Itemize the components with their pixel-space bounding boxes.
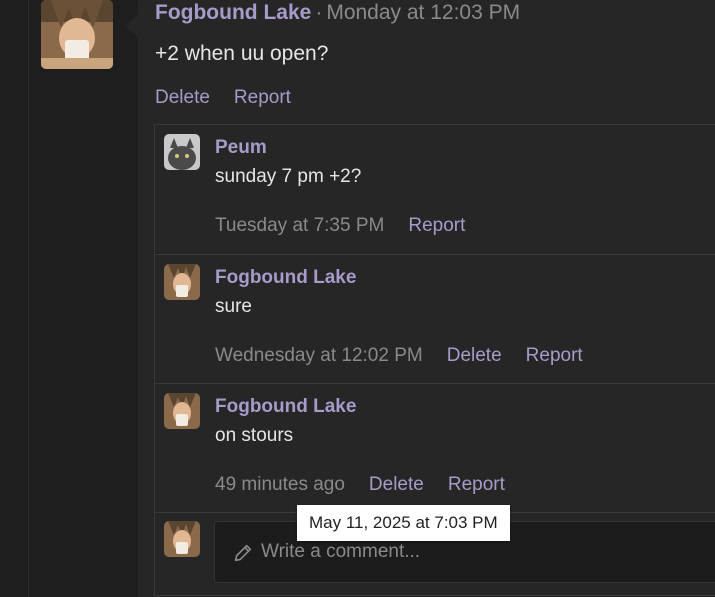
avatar[interactable] [41,0,113,69]
post-timestamp[interactable]: Monday at 12:03 PM [326,1,520,24]
comment-body: sure [215,296,252,317]
avatar-fogbound-lake [164,393,200,429]
comment-timestamp[interactable]: Wednesday at 12:02 PM [215,345,423,366]
comment-item: Fogbound Lake on stours 49 minutes ago De… [155,384,715,513]
pencil-icon [234,544,252,562]
avatar[interactable] [164,134,200,170]
separator: · [315,1,323,24]
comment-item: Peum sunday 7 pm +2? Tuesday at 7:35 PM R… [155,125,715,255]
post-body: +2 when uu open? [155,42,329,65]
comment-item: Fogbound Lake sure Wednesday at 12:02 PM… [155,255,715,384]
comment-author[interactable]: Fogbound Lake [215,396,356,418]
avatar[interactable] [164,393,200,429]
comment-timestamp[interactable]: Tuesday at 7:35 PM [215,215,384,236]
comment-actions: 49 minutes ago Delete Report [215,474,529,496]
thread-line [28,0,29,597]
left-gutter [0,0,138,597]
timestamp-tooltip: May 11, 2025 at 7:03 PM [297,505,510,541]
avatar-fogbound-lake [164,521,200,557]
comment-timestamp[interactable]: 49 minutes ago [215,474,345,495]
post-header: Fogbound Lake · Monday at 12:03 PM [155,1,520,25]
avatar[interactable] [164,521,200,557]
report-button[interactable]: Report [234,87,291,108]
avatar[interactable] [164,264,200,300]
report-button[interactable]: Report [526,345,583,366]
delete-button[interactable]: Delete [155,87,210,108]
post-actions: Delete Report [155,87,315,109]
message-pointer [126,14,138,38]
delete-button[interactable]: Delete [369,474,424,495]
avatar-cat [164,134,200,170]
report-button[interactable]: Report [448,474,505,495]
comment-body: sunday 7 pm +2? [215,166,362,187]
avatar-fogbound-lake [164,264,200,300]
delete-button[interactable]: Delete [447,345,502,366]
comment-author[interactable]: Fogbound Lake [215,267,356,289]
avatar-fogbound-lake [41,0,113,69]
comment-actions: Wednesday at 12:02 PM Delete Report [215,345,607,367]
comment-author[interactable]: Peum [215,137,267,159]
comment-actions: Tuesday at 7:35 PM Report [215,215,489,237]
report-button[interactable]: Report [408,215,465,236]
comment-body: on stours [215,425,294,446]
post-author[interactable]: Fogbound Lake [155,1,311,24]
